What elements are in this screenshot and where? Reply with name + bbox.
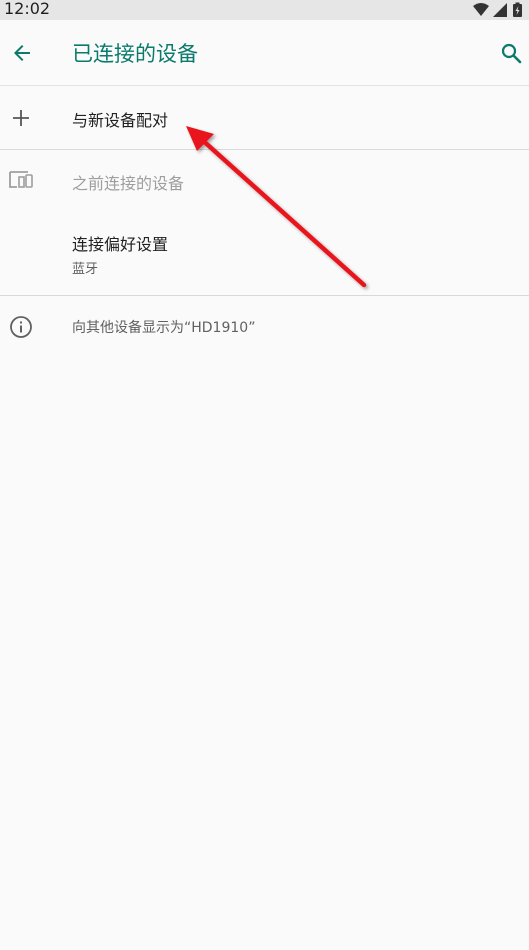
- pair-new-device-label: 与新设备配对: [72, 111, 169, 130]
- previously-connected-devices-label: 之前连接的设备: [72, 174, 185, 193]
- connection-preferences-item[interactable]: 连接偏好设置 蓝牙: [0, 215, 529, 293]
- previously-connected-devices-item[interactable]: 之前连接的设备: [0, 150, 529, 210]
- status-icons: [471, 2, 527, 18]
- signal-icon: [493, 3, 507, 17]
- page-title: 已连接的设备: [72, 42, 198, 66]
- wifi-icon: [473, 3, 489, 16]
- plus-icon: [7, 104, 35, 132]
- search-button[interactable]: [495, 37, 527, 69]
- visibility-info: 向其他设备显示为“HD1910”: [0, 296, 529, 356]
- back-arrow-icon: [14, 45, 30, 61]
- connection-preferences-subtitle: 蓝牙: [72, 262, 99, 277]
- visibility-text: 向其他设备显示为“HD1910”: [72, 320, 256, 336]
- info-icon: [7, 313, 35, 341]
- pair-new-device-item[interactable]: 与新设备配对: [0, 87, 529, 149]
- search-icon: [501, 43, 522, 64]
- connection-preferences-label: 连接偏好设置: [72, 235, 169, 254]
- battery-icon: [513, 2, 522, 17]
- devices-icon: [7, 166, 35, 194]
- app-bar: 已连接的设备: [0, 20, 529, 86]
- status-bar: 12:02: [0, 0, 529, 20]
- back-button[interactable]: [6, 37, 38, 69]
- status-time: 12:02: [4, 0, 51, 18]
